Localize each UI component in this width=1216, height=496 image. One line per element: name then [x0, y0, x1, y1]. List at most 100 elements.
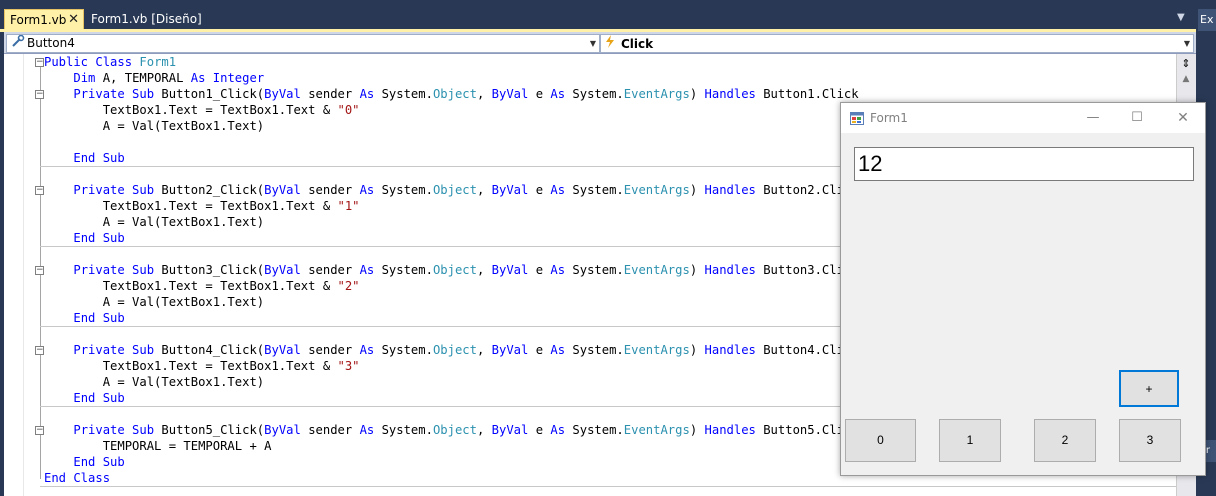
digit-0-button[interactable]: 0: [845, 419, 916, 462]
type-token: Object: [432, 263, 477, 277]
keyword-token: As: [359, 343, 382, 357]
scroll-up-icon[interactable]: ▲: [1180, 74, 1192, 88]
digit-2-button[interactable]: 2: [1034, 419, 1096, 462]
string-token: "1": [337, 199, 360, 213]
code-line[interactable]: Private Sub Button1_Click(ByVal sender A…: [44, 86, 858, 102]
code-line[interactable]: TextBox1.Text = TextBox1.Text & "2": [44, 278, 859, 294]
object-combo[interactable]: Button4 ▼: [6, 34, 600, 53]
tab-form1-code[interactable]: Form1.vb ✕: [4, 9, 84, 29]
wrench-icon: [11, 34, 25, 52]
type-token: Form1: [139, 55, 177, 69]
tab-form1-design[interactable]: Form1.vb [Diseño]: [86, 9, 207, 29]
code-token: TEMPORAL = TEMPORAL + A: [44, 439, 272, 453]
code-line[interactable]: [44, 134, 859, 150]
code-line[interactable]: A = Val(TextBox1.Text): [44, 374, 859, 390]
collapse-icon[interactable]: −: [35, 346, 44, 355]
chevron-down-icon[interactable]: ▼: [1184, 35, 1190, 52]
code-token: e: [535, 343, 551, 357]
code-token: TextBox1.Text = TextBox1.Text &: [44, 103, 338, 117]
split-handle-icon[interactable]: ⇕: [1179, 57, 1193, 71]
code-line[interactable]: TextBox1.Text = TextBox1.Text & "0": [44, 102, 859, 118]
code-line[interactable]: Private Sub Button2_Click(ByVal sender A…: [44, 182, 858, 198]
code-line[interactable]: End Sub: [44, 454, 859, 470]
keyword-token: End Sub: [73, 151, 125, 165]
keyword-token: As: [550, 263, 573, 277]
keyword-token: End Sub: [73, 455, 125, 469]
event-combo[interactable]: Click ▼: [600, 34, 1194, 53]
code-line[interactable]: End Sub: [44, 390, 859, 406]
code-line[interactable]: [44, 406, 859, 422]
lightning-icon: [605, 35, 619, 53]
code-token: A = Val(TextBox1.Text): [44, 295, 265, 309]
code-line[interactable]: TEMPORAL = TEMPORAL + A: [44, 438, 859, 454]
code-line[interactable]: TextBox1.Text = TextBox1.Text & "3": [44, 358, 859, 374]
code-line[interactable]: Private Sub Button5_Click(ByVal sender A…: [44, 422, 858, 438]
keyword-token: Handles: [704, 263, 764, 277]
code-token: System.: [572, 183, 624, 197]
digit-1-button[interactable]: 1: [939, 419, 1001, 462]
code-line[interactable]: End Class: [44, 470, 859, 486]
maximize-icon[interactable]: ☐: [1123, 107, 1151, 129]
code-line[interactable]: End Sub: [44, 150, 859, 166]
keyword-token: ByVal: [264, 87, 309, 101]
form-title: Form1: [870, 111, 908, 125]
code-token: TextBox1.Text = TextBox1.Text &: [44, 359, 338, 373]
code-token: e: [535, 263, 551, 277]
code-token: sender: [308, 87, 360, 101]
method-separator: [40, 486, 1180, 487]
tab-label: Form1.vb [Diseño]: [91, 12, 202, 26]
keyword-token: Private Sub: [73, 183, 162, 197]
code-line[interactable]: [44, 326, 859, 342]
code-token: ): [689, 423, 705, 437]
code-line[interactable]: A = Val(TextBox1.Text): [44, 118, 859, 134]
collapse-icon[interactable]: −: [35, 90, 44, 99]
form-title-bar[interactable]: Form1 — ☐ ✕: [841, 103, 1205, 133]
code-line[interactable]: TextBox1.Text = TextBox1.Text & "1": [44, 198, 859, 214]
plus-button[interactable]: +: [1119, 370, 1179, 407]
tab-label: Form1.vb: [10, 13, 67, 27]
code-token: Button5_Click(: [161, 423, 265, 437]
side-tab-explorer[interactable]: Ex: [1198, 9, 1216, 31]
code-line[interactable]: Public Class Form1: [44, 54, 859, 70]
collapse-icon[interactable]: −: [35, 266, 44, 275]
keyword-token: ByVal: [264, 423, 309, 437]
code-line[interactable]: Dim A, TEMPORAL As Integer: [44, 70, 859, 86]
code-token: A = Val(TextBox1.Text): [44, 375, 265, 389]
close-icon[interactable]: ✕: [68, 10, 79, 30]
event-combo-value: Click: [621, 37, 654, 51]
code-line[interactable]: Private Sub Button3_Click(ByVal sender A…: [44, 262, 858, 278]
chevron-down-icon[interactable]: ▼: [590, 35, 596, 52]
code-line[interactable]: A = Val(TextBox1.Text): [44, 214, 859, 230]
keyword-token: ByVal: [491, 423, 536, 437]
code-line[interactable]: [44, 166, 859, 182]
textbox1[interactable]: 12: [854, 147, 1194, 181]
collapse-icon[interactable]: −: [35, 426, 44, 435]
code-token: e: [535, 423, 551, 437]
code-line[interactable]: A = Val(TextBox1.Text): [44, 294, 859, 310]
keyword-token: As Integer: [190, 71, 265, 85]
code-line[interactable]: End Sub: [44, 230, 859, 246]
string-token: "2": [337, 279, 360, 293]
keyword-token: As: [359, 87, 382, 101]
selection-margin[interactable]: [4, 54, 24, 496]
collapse-icon[interactable]: −: [35, 186, 44, 195]
code-text[interactable]: Public Class Form1 Dim A, TEMPORAL As In…: [44, 54, 859, 486]
string-token: "3": [337, 359, 360, 373]
digit-3-button[interactable]: 3: [1119, 419, 1181, 462]
minimize-icon[interactable]: —: [1079, 107, 1107, 129]
code-token: System.: [572, 423, 624, 437]
code-line[interactable]: End Sub: [44, 310, 859, 326]
dropdown-arrow-icon[interactable]: ▼: [1177, 12, 1185, 23]
collapse-icon[interactable]: −: [35, 58, 44, 67]
close-icon[interactable]: ✕: [1169, 107, 1197, 129]
code-line[interactable]: Private Sub Button4_Click(ByVal sender A…: [44, 342, 858, 358]
keyword-token: As: [359, 183, 382, 197]
keyword-token: Handles: [704, 183, 764, 197]
form1-window[interactable]: Form1 — ☐ ✕ 12 + 0 1 2 3: [840, 102, 1206, 476]
code-line[interactable]: [44, 246, 859, 262]
keyword-token: ByVal: [491, 183, 536, 197]
code-token: System.: [572, 87, 624, 101]
